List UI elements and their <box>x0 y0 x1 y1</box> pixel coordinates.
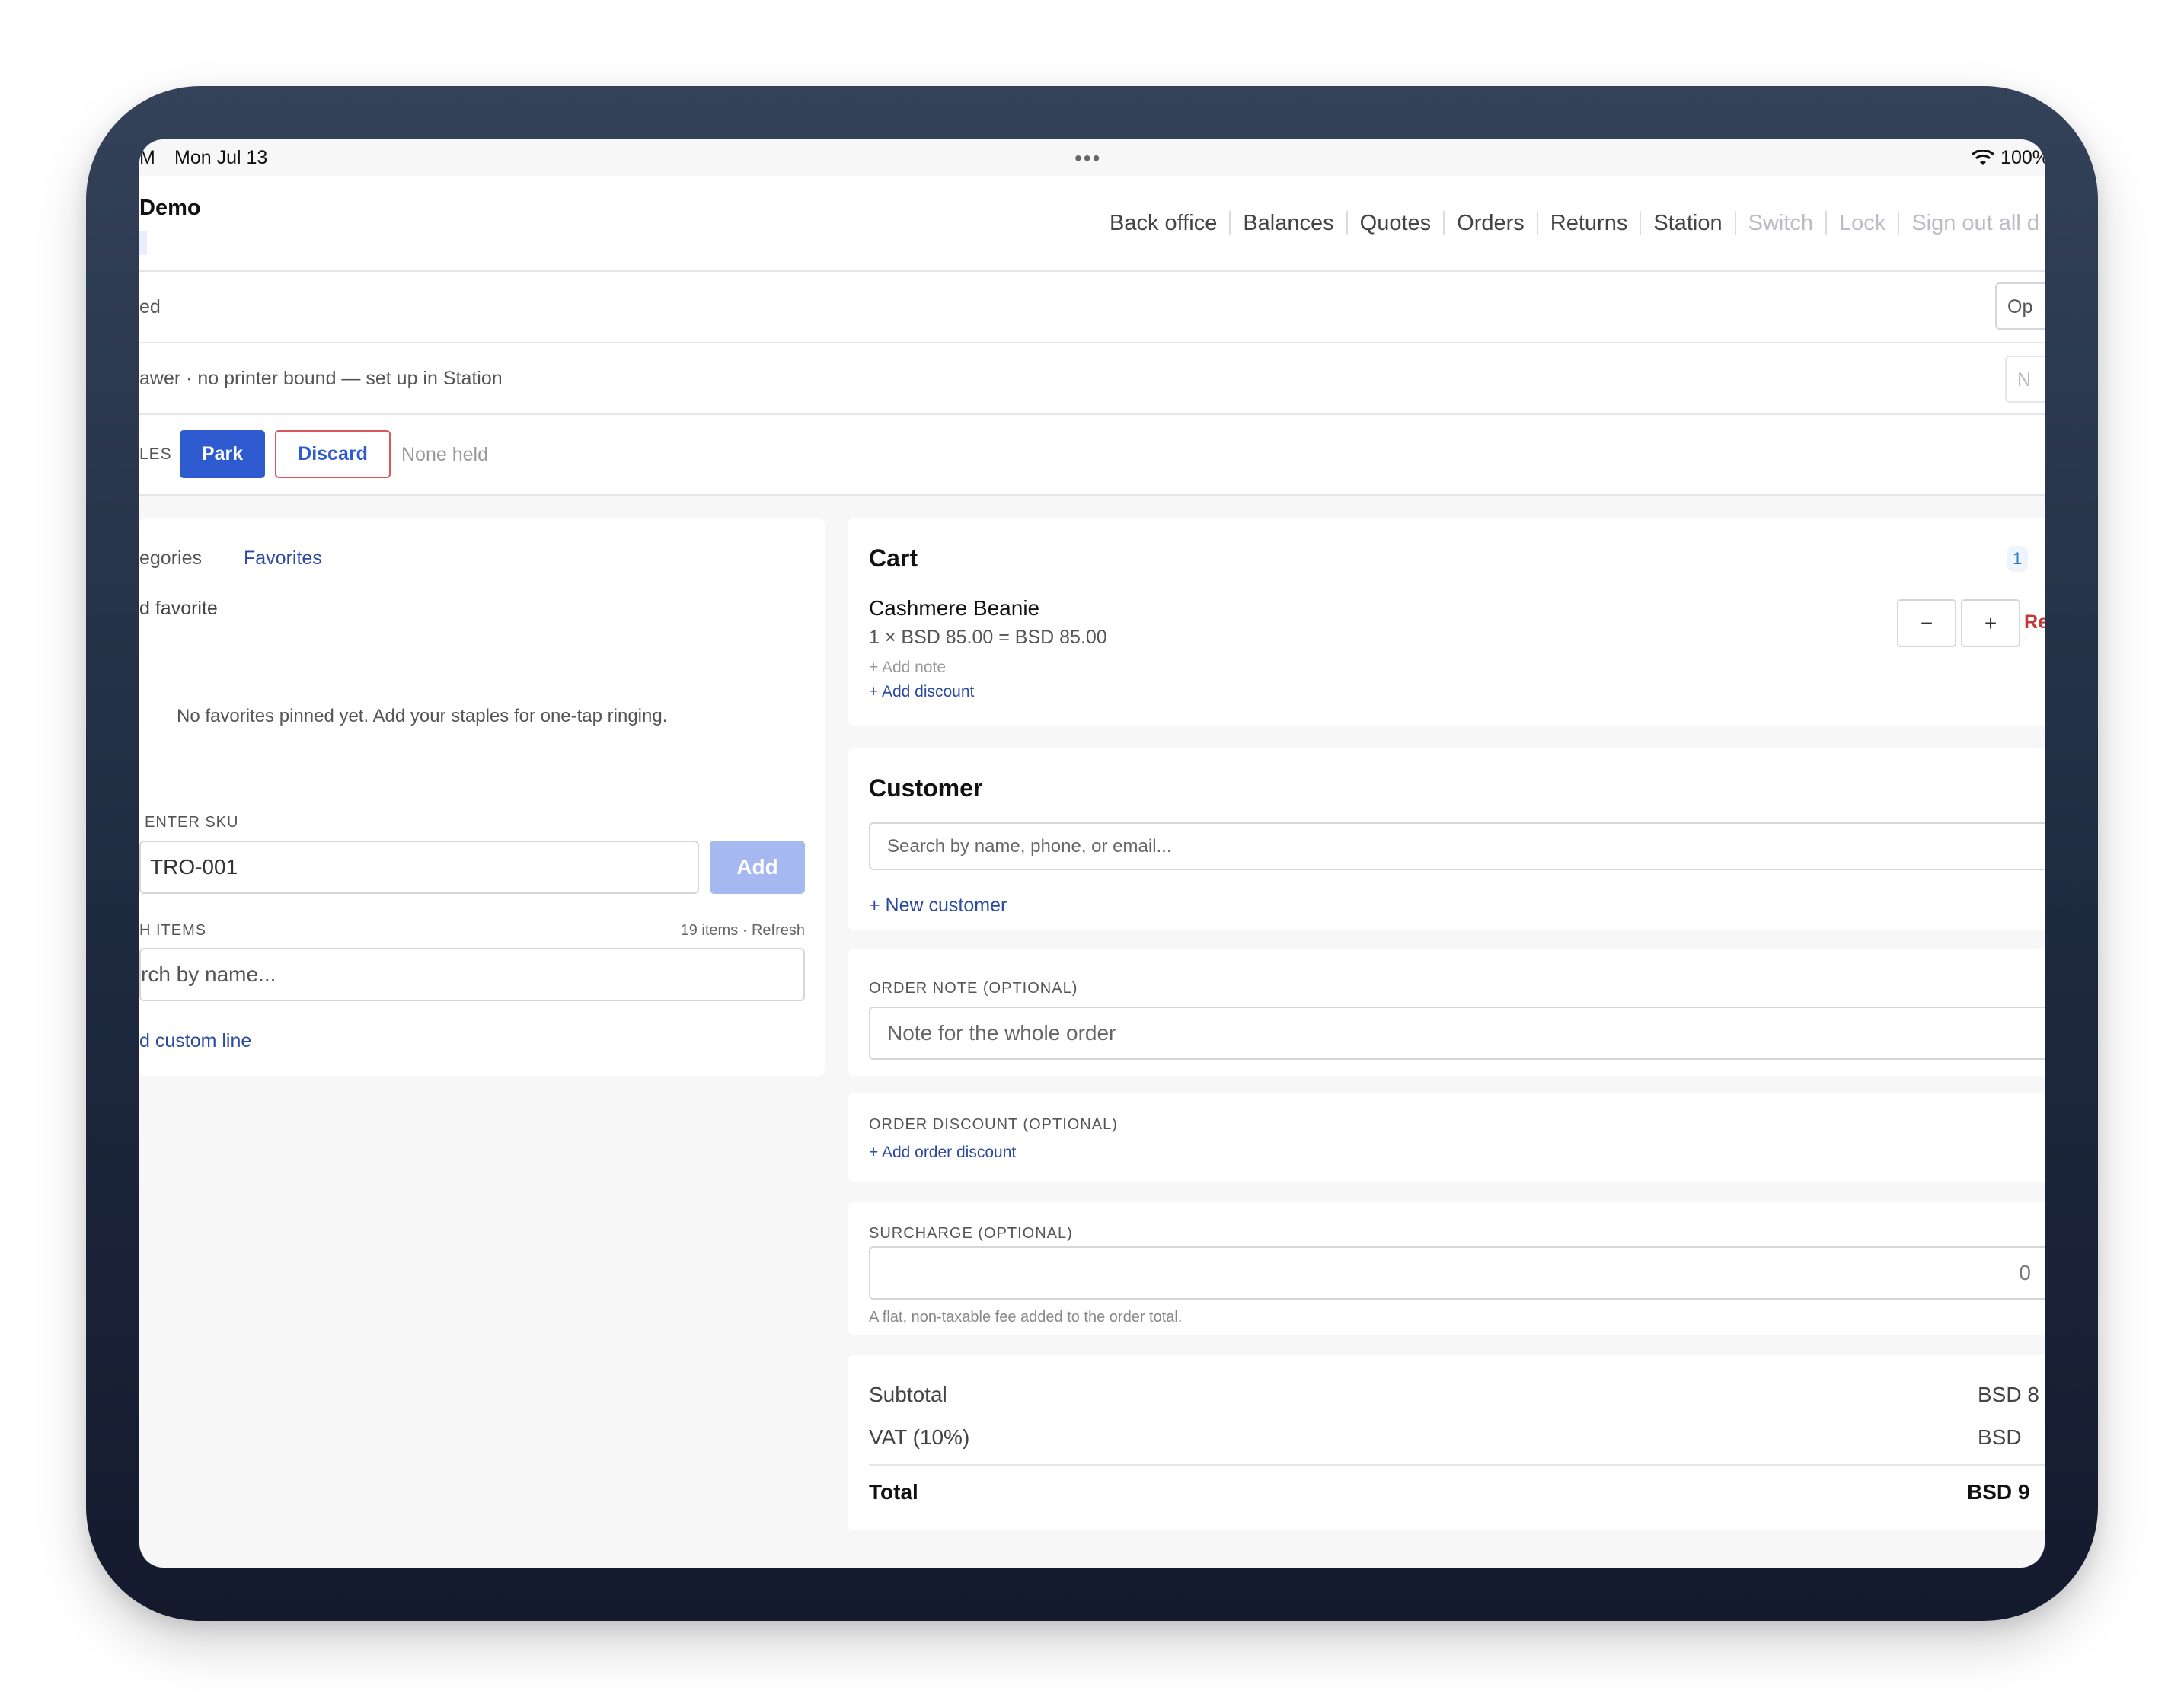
add-favorite-link[interactable]: d favorite <box>139 598 218 620</box>
park-button[interactable]: Park <box>180 430 265 478</box>
surcharge-label: SURCHARGE (OPTIONAL) <box>869 1225 1073 1242</box>
add-sku-button[interactable]: Add <box>710 841 805 894</box>
total-label: Total <box>869 1480 918 1504</box>
surcharge-help-text: A flat, non-taxable fee added to the ord… <box>869 1309 1183 1326</box>
favorites-empty-message: No favorites pinned yet. Add your staple… <box>177 706 668 726</box>
brand-name: Demo <box>139 196 201 220</box>
battery-level: 100% <box>2000 147 2045 168</box>
surcharge-panel: SURCHARGE (OPTIONAL) 0 A flat, non-taxab… <box>848 1202 2045 1335</box>
nav-orders[interactable]: Orders <box>1443 211 1537 235</box>
brand-accent <box>139 231 147 255</box>
vat-label: VAT (10%) <box>869 1425 970 1449</box>
customer-title: Customer <box>869 774 983 802</box>
decrease-quantity-button[interactable]: − <box>1897 599 1956 647</box>
shift-status: ed <box>139 296 161 317</box>
order-note-input[interactable]: Note for the whole order <box>869 1007 2045 1060</box>
drawer-row: awer · no printer bound — set up in Stat… <box>139 343 2045 415</box>
status-time: M <box>139 147 155 168</box>
status-date: Mon Jul 13 <box>174 147 268 168</box>
tab-favorites[interactable]: Favorites <box>244 547 322 570</box>
drawer-status: awer · no printer bound — set up in Stat… <box>139 368 503 389</box>
multitask-dots-icon[interactable]: ••• <box>1074 146 1101 171</box>
totals-divider <box>869 1464 2045 1466</box>
nav-lock[interactable]: Lock <box>1825 211 1898 235</box>
order-note-panel: ORDER NOTE (OPTIONAL) Note for the whole… <box>848 949 2045 1076</box>
order-discount-label: ORDER DISCOUNT (OPTIONAL) <box>869 1116 1118 1133</box>
order-note-label: ORDER NOTE (OPTIONAL) <box>869 980 1078 997</box>
discard-button[interactable]: Discard <box>275 430 391 478</box>
nav-quotes[interactable]: Quotes <box>1346 211 1444 235</box>
nav-sign-out-all[interactable]: Sign out all d <box>1898 211 2045 235</box>
sales-label: LES <box>139 445 172 463</box>
cart-title: Cart <box>869 544 918 572</box>
subtotal-value: BSD 8 <box>1978 1383 2039 1406</box>
screen: M Mon Jul 13 ••• 100% Demo Back office B… <box>139 139 2045 1568</box>
nav-balances[interactable]: Balances <box>1229 211 1346 235</box>
add-custom-line-link[interactable]: d custom line <box>139 1030 251 1052</box>
status-bar: M Mon Jul 13 ••• 100% <box>139 139 2045 176</box>
customer-panel: Customer Search by name, phone, or email… <box>848 748 2045 930</box>
sku-input[interactable]: TRO-001 <box>139 841 699 894</box>
total-value: BSD 9 <box>1967 1480 2030 1504</box>
nav-switch[interactable]: Switch <box>1734 211 1825 235</box>
wifi-icon <box>1972 149 1995 165</box>
nav-back-office[interactable]: Back office <box>1110 211 1229 235</box>
cart-panel: Cart 1 Cashmere Beanie 1 × BSD 85.00 = B… <box>848 518 2045 726</box>
increase-quantity-button[interactable]: + <box>1961 599 2020 647</box>
sales-row: LES Park Discard None held <box>139 415 2045 496</box>
sku-label: ENTER SKU <box>145 814 239 831</box>
held-status: None held <box>401 444 488 465</box>
vat-value: BSD <box>1978 1425 2022 1449</box>
remove-item-link[interactable]: Re <box>2024 611 2045 633</box>
top-nav: Back office Balances Quotes Orders Retur… <box>1110 211 2045 235</box>
cart-count-badge: 1 <box>2007 546 2029 572</box>
top-header: Demo Back office Balances Quotes Orders … <box>139 176 2045 272</box>
cart-item-price: 1 × BSD 85.00 = BSD 85.00 <box>869 627 1107 648</box>
items-count-refresh[interactable]: 19 items · Refresh <box>681 922 805 940</box>
surcharge-input[interactable]: 0 <box>869 1246 2045 1300</box>
products-panel: egories Favorites d favorite No favorite… <box>139 518 825 1076</box>
search-items-label: H ITEMS <box>139 922 207 939</box>
shift-row: ed Op <box>139 272 2045 343</box>
order-discount-panel: ORDER DISCOUNT (OPTIONAL) + Add order di… <box>848 1093 2045 1182</box>
add-order-discount-link[interactable]: + Add order discount <box>869 1144 1016 1162</box>
customer-search-input[interactable]: Search by name, phone, or email... <box>869 822 2045 870</box>
tab-categories[interactable]: egories <box>139 547 202 570</box>
nav-returns[interactable]: Returns <box>1536 211 1640 235</box>
drawer-button[interactable]: N <box>2005 356 2045 403</box>
open-shift-button[interactable]: Op <box>1995 282 2045 330</box>
subtotal-label: Subtotal <box>869 1383 947 1406</box>
totals-panel: Subtotal BSD 8 VAT (10%) BSD Total BSD 9 <box>848 1355 2045 1530</box>
status-right: 100% <box>1972 147 2045 169</box>
search-items-input[interactable]: rch by name... <box>139 948 805 1001</box>
new-customer-link[interactable]: + New customer <box>869 895 1007 917</box>
cart-item-name: Cashmere Beanie <box>869 596 1040 620</box>
nav-station[interactable]: Station <box>1640 211 1734 235</box>
add-discount-link[interactable]: + Add discount <box>869 683 974 701</box>
add-note-link[interactable]: + Add note <box>869 659 946 677</box>
